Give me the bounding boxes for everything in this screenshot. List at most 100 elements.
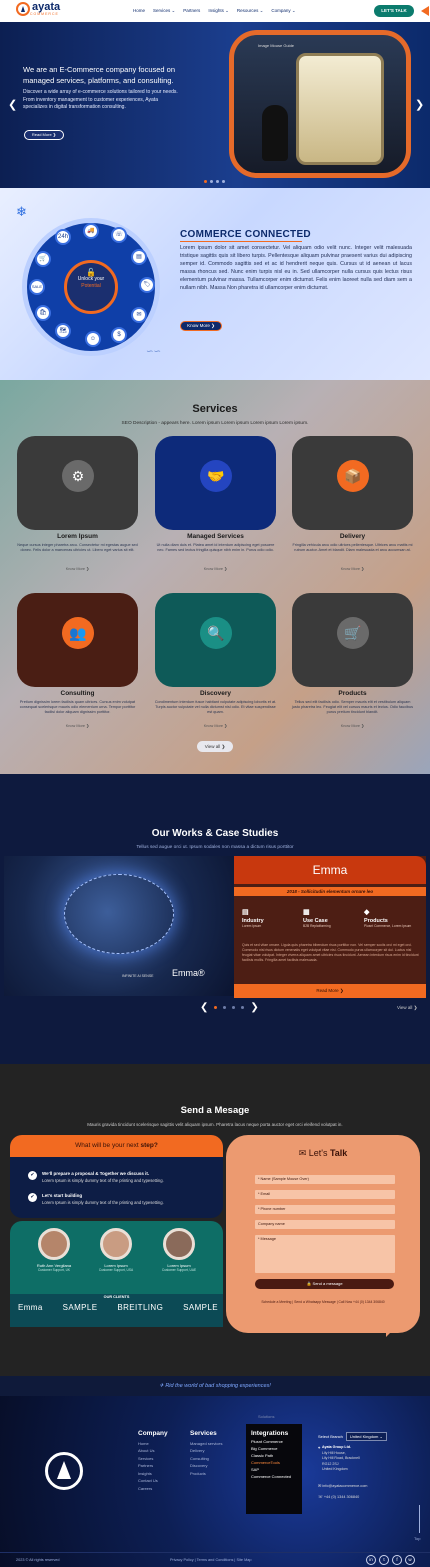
service-card[interactable]: ⚙ bbox=[17, 436, 138, 530]
footer-link[interactable]: Products bbox=[190, 1470, 222, 1478]
company-field[interactable]: Company name bbox=[255, 1220, 395, 1229]
services-view-all-button[interactable]: View all ❯ bbox=[197, 741, 233, 752]
support-agent-icon: ☺ bbox=[85, 331, 101, 347]
commerce-know-more-button[interactable]: Know More ❯ bbox=[180, 321, 222, 331]
lets-talk-button[interactable]: LET'S TALK bbox=[374, 5, 414, 17]
service-card[interactable]: 👥 bbox=[17, 593, 138, 687]
snowflake-icon: ❄ bbox=[16, 204, 27, 219]
case-dot[interactable] bbox=[223, 1006, 227, 1009]
footer-link[interactable]: Managed services bbox=[190, 1440, 222, 1448]
hero-dot[interactable] bbox=[204, 180, 207, 183]
name-field[interactable]: * Name (Sample Mouse Over) bbox=[255, 1175, 395, 1184]
nav-resources[interactable]: Resources ⌄ bbox=[237, 8, 264, 14]
footer-link[interactable]: Big Commerce bbox=[251, 1445, 297, 1452]
case-prev-icon[interactable]: ❮ bbox=[200, 1002, 208, 1013]
case-dot[interactable] bbox=[214, 1006, 218, 1009]
service-know-more-link[interactable]: Know More ❯ bbox=[17, 723, 138, 728]
service-know-more-link[interactable]: Know More ❯ bbox=[17, 566, 138, 571]
case-studies-description: Tellus sed augue orci ut. Ipsum sodales … bbox=[136, 845, 294, 850]
hero-dot[interactable] bbox=[222, 180, 225, 183]
footer-email[interactable]: ✉ info@ayatacommerce.com bbox=[318, 1483, 367, 1488]
facebook-icon[interactable]: f bbox=[392, 1555, 402, 1565]
footer-link[interactable]: Contact Us bbox=[138, 1477, 168, 1485]
linkedin-icon[interactable]: in bbox=[366, 1555, 376, 1565]
service-card[interactable]: 🛒 bbox=[292, 593, 413, 687]
hero-prev-icon[interactable]: ❮ bbox=[8, 98, 17, 111]
twitter-icon[interactable]: t bbox=[379, 1555, 389, 1565]
service-title: Consulting bbox=[60, 690, 95, 697]
logo[interactable]: ayata COMMERCE bbox=[16, 2, 60, 16]
branch-select[interactable]: United Kingdom ⌄ bbox=[345, 1432, 387, 1441]
footer-phone[interactable]: ☏ +44 (0) 1344 306840 bbox=[318, 1494, 359, 1499]
copyright: 2023 © All rights reserved bbox=[16, 1558, 60, 1562]
image-tagline: INFINITE AI SENSE bbox=[122, 974, 154, 978]
nav-services[interactable]: Services ⌄ bbox=[153, 8, 175, 14]
service-card[interactable]: 📦 bbox=[292, 436, 413, 530]
service-card[interactable]: 🤝 bbox=[155, 436, 276, 530]
service-know-more-link[interactable]: Know More ❯ bbox=[292, 723, 413, 728]
team-member: Ruth Ann Vergilana Customer Support, UK bbox=[24, 1228, 84, 1272]
back-to-top-link[interactable]: Top bbox=[414, 1536, 420, 1541]
case-read-more-button[interactable]: Read More ❯ bbox=[234, 984, 426, 998]
kiosk-graphic bbox=[296, 53, 384, 165]
services-title: Services bbox=[192, 403, 238, 415]
footer-link[interactable]: Discovery bbox=[190, 1462, 222, 1470]
message-field[interactable]: * Message bbox=[255, 1235, 395, 1273]
tagline: ✈ Rid the world of bad shopping experien… bbox=[0, 1376, 430, 1396]
whatsapp-icon[interactable]: w bbox=[405, 1555, 415, 1565]
case-next-icon[interactable]: ❯ bbox=[250, 1002, 258, 1013]
lock-icon: 🔓 bbox=[86, 268, 96, 277]
hero-next-icon[interactable]: ❯ bbox=[415, 98, 424, 111]
footer-link[interactable]: Careers bbox=[138, 1485, 168, 1493]
footer-link[interactable]: SAP bbox=[251, 1466, 297, 1473]
service-know-more-link[interactable]: Know More ❯ bbox=[292, 566, 413, 571]
service-icon: 📦 bbox=[337, 460, 369, 492]
hero-dot[interactable] bbox=[216, 180, 219, 183]
team-member: Lorem Ipsum Customer Support, UAE bbox=[149, 1228, 209, 1272]
person-graphic bbox=[262, 105, 288, 161]
footer-link[interactable]: Classic Path bbox=[251, 1452, 297, 1459]
nav-company[interactable]: Company ⌄ bbox=[271, 8, 295, 14]
hero-read-more-button[interactable]: Read More ❯ bbox=[24, 130, 64, 140]
hero-dot[interactable] bbox=[210, 180, 213, 183]
footer-link[interactable]: About Us bbox=[138, 1447, 168, 1455]
footer-link[interactable]: Insights bbox=[138, 1470, 168, 1478]
form-footer-links[interactable]: Schedule a Meeting | Send a Whatsapp Mes… bbox=[226, 1300, 420, 1304]
case-use-case: ▦ Use Case B2B Replatforming bbox=[303, 908, 361, 928]
client-logo: SAMPLE bbox=[183, 1303, 218, 1312]
case-dot[interactable] bbox=[232, 1006, 236, 1009]
form-title: ✉ Let's Talk bbox=[298, 1148, 348, 1158]
footer-link[interactable]: Partners bbox=[138, 1462, 168, 1470]
footer-link[interactable]: Home bbox=[138, 1440, 168, 1448]
service-title: Delivery bbox=[339, 533, 366, 540]
service-text: Neque cursus integer pharetra arcu. Cons… bbox=[17, 543, 138, 553]
legal-links[interactable]: Privacy Policy | Terms and Conditions | … bbox=[170, 1558, 251, 1562]
nav-partners[interactable]: Partners bbox=[183, 8, 200, 14]
services-wheel: 🔓 Unlock your Potential 24h 🚚 ☏ 🛒 ▤ 🏷 ✉ … bbox=[22, 218, 160, 356]
service-icon: 🤝 bbox=[200, 460, 232, 492]
nav-home[interactable]: Home bbox=[133, 8, 145, 14]
footer-link[interactable]: Services bbox=[138, 1455, 168, 1463]
phone-field[interactable]: * Phone number bbox=[255, 1205, 395, 1214]
footer-link[interactable]: Commerce Connected bbox=[251, 1473, 297, 1480]
branch-selector: Select Branch United Kingdom ⌄ bbox=[318, 1432, 387, 1441]
footer-link[interactable]: Plusnt Commerce bbox=[251, 1438, 297, 1445]
footer-link-active[interactable]: CommerceTools bbox=[251, 1459, 297, 1466]
products-icon: ◆ bbox=[364, 909, 370, 916]
barcode-icon: ▤ bbox=[131, 249, 147, 265]
check-icon: ✔ bbox=[28, 1171, 37, 1180]
client-logo: BREITLING bbox=[117, 1303, 164, 1312]
send-message-button[interactable]: 🔒 Send a message bbox=[255, 1279, 394, 1289]
footer-link[interactable]: Consulting bbox=[190, 1455, 222, 1463]
nav-insights[interactable]: Insights ⌄ bbox=[208, 8, 229, 14]
footer-logo-icon[interactable] bbox=[45, 1452, 83, 1490]
service-know-more-link[interactable]: Know More ❯ bbox=[155, 566, 276, 571]
commerce-text: Lorem ipsum dolor sit amet consectetur. … bbox=[180, 245, 412, 291]
case-dot[interactable] bbox=[241, 1006, 245, 1009]
service-know-more-link[interactable]: Know More ❯ bbox=[155, 723, 276, 728]
case-view-all-link[interactable]: View all ❯ bbox=[397, 1005, 417, 1011]
side-tab-arrow-icon[interactable] bbox=[421, 6, 429, 16]
email-field[interactable]: * Email bbox=[255, 1190, 395, 1199]
service-card[interactable]: 🔍 bbox=[155, 593, 276, 687]
footer-link[interactable]: Delivery bbox=[190, 1447, 222, 1455]
